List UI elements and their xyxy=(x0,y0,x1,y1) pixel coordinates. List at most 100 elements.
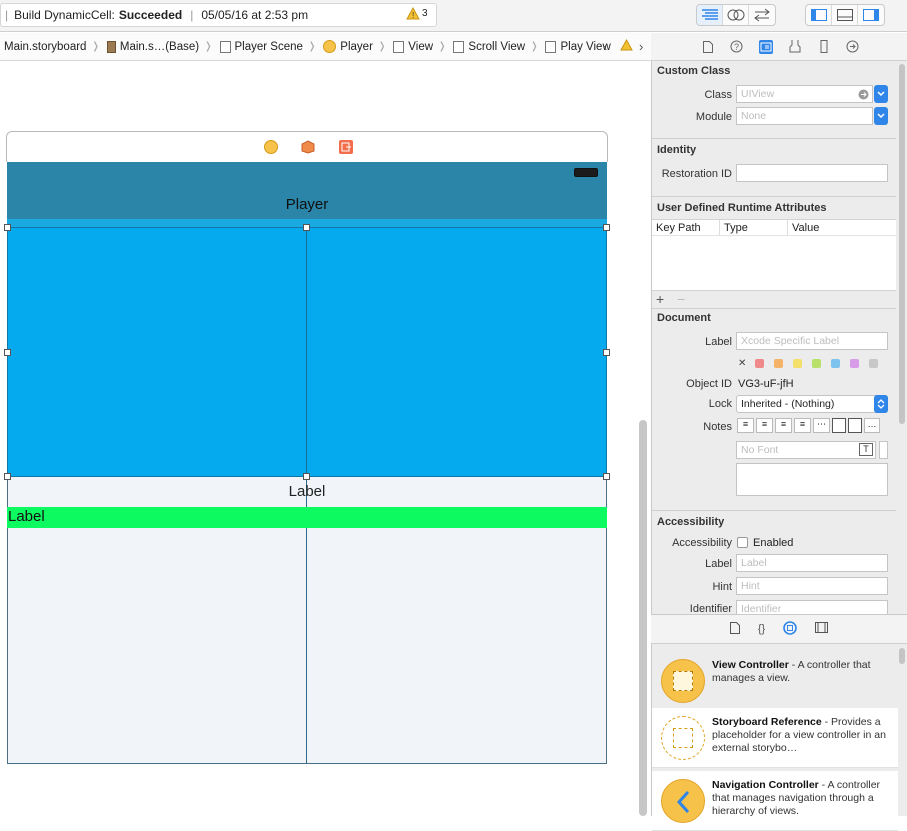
color-swatch[interactable] xyxy=(755,359,765,368)
crumb-scroll-view[interactable]: Scroll View ❭ xyxy=(453,40,541,53)
size-inspector-icon[interactable] xyxy=(817,40,831,54)
go-arrow-icon[interactable] xyxy=(858,89,869,100)
navigation-bar[interactable]: Player xyxy=(7,162,607,219)
doc-label-field[interactable]: Xcode Specific Label xyxy=(736,332,888,350)
standard-editor-button[interactable] xyxy=(697,5,723,25)
resize-handle-bottom-left[interactable] xyxy=(4,473,11,480)
file-inspector-icon[interactable] xyxy=(701,40,715,54)
code-snippet-library-icon[interactable]: {} xyxy=(758,623,765,635)
lock-popup[interactable]: Inherited - (Nothing) xyxy=(736,395,888,413)
acc-label-placeholder: Label xyxy=(741,557,767,569)
module-field[interactable]: None xyxy=(736,107,873,125)
file-template-library-icon[interactable] xyxy=(729,621,740,637)
issue-warning-icon[interactable] xyxy=(620,38,633,54)
library-item-view-controller[interactable]: View Controller - A controller that mana… xyxy=(652,651,898,711)
attributes-inspector-icon[interactable] xyxy=(788,40,802,54)
view-controller-dock-icon[interactable] xyxy=(264,140,278,154)
inspector-scrollbar[interactable] xyxy=(899,64,905,424)
color-swatch[interactable] xyxy=(869,359,879,368)
restoration-id-field[interactable] xyxy=(736,164,888,182)
object-library-icon[interactable] xyxy=(783,620,797,638)
resize-handle-bottom-right[interactable] xyxy=(603,473,610,480)
identity-inspector-icon[interactable] xyxy=(758,39,773,54)
connections-inspector-icon[interactable] xyxy=(846,40,860,54)
section-divider xyxy=(652,196,896,197)
library-scrollbar[interactable] xyxy=(899,648,905,664)
version-editor-button[interactable] xyxy=(749,5,775,25)
column-value[interactable]: Value xyxy=(792,222,819,234)
crumb-storyboard[interactable]: Main.storyboard ❭ xyxy=(4,41,103,53)
lock-value: Inherited - (Nothing) xyxy=(741,398,835,410)
lock-dropdown-button[interactable] xyxy=(874,395,888,413)
green-label-view[interactable]: Label xyxy=(7,507,607,528)
crumb-base[interactable]: Main.s…(Base) ❭ xyxy=(106,40,216,53)
color-swatch[interactable] xyxy=(774,359,784,368)
resize-handle-bottom[interactable] xyxy=(303,473,310,480)
remove-attribute-button[interactable]: − xyxy=(677,291,685,307)
identifier-field[interactable]: Identifier xyxy=(736,600,888,614)
notes-text-area[interactable] xyxy=(736,463,888,496)
runtime-attributes-table[interactable]: Key Path Type Value xyxy=(652,219,896,291)
center-label[interactable]: Label xyxy=(7,483,607,500)
module-label: Module xyxy=(695,111,732,123)
clear-color-icon[interactable]: ✕ xyxy=(738,358,746,369)
color-swatch[interactable] xyxy=(831,359,841,368)
font-size-stepper[interactable] xyxy=(879,441,888,459)
resize-handle-top[interactable] xyxy=(303,224,310,231)
jump-forward-button[interactable]: › xyxy=(639,39,643,54)
add-attribute-button[interactable]: + xyxy=(656,291,664,307)
crumb-play-view[interactable]: Play View xyxy=(545,40,611,53)
class-dropdown-button[interactable] xyxy=(874,85,888,103)
bottom-panel-icon xyxy=(836,9,853,21)
library-item-navigation-controller[interactable]: Navigation Controller - A controller tha… xyxy=(652,771,898,831)
view-controller-icon xyxy=(661,659,705,703)
resize-handle-left[interactable] xyxy=(4,349,11,356)
text-color-icon[interactable] xyxy=(832,418,846,433)
font-picker-icon[interactable]: T xyxy=(859,443,873,456)
align-center-icon[interactable]: ≡ xyxy=(756,418,773,433)
jump-back-button[interactable]: ‹ xyxy=(603,39,607,54)
jump-bar: Main.storyboard ❭ Main.s…(Base) ❭ Player S… xyxy=(0,33,651,61)
debug-toggle-button[interactable] xyxy=(832,5,858,25)
first-responder-icon[interactable] xyxy=(301,140,315,154)
crumb-view[interactable]: View ❭ xyxy=(393,40,449,53)
utilities-toggle-button[interactable] xyxy=(858,5,884,25)
notes-font-field[interactable]: No Font T xyxy=(736,441,876,459)
align-left-icon[interactable]: ≡ xyxy=(737,418,754,433)
document-title: Document xyxy=(657,312,711,324)
canvas-scrollbar[interactable] xyxy=(639,420,647,816)
navigator-toggle-button[interactable] xyxy=(806,5,832,25)
accessibility-enabled-checkbox[interactable] xyxy=(737,537,748,548)
align-justify-icon[interactable]: ≡ xyxy=(794,418,811,433)
crumb-player[interactable]: Player ❭ xyxy=(323,40,389,53)
resize-handle-top-left[interactable] xyxy=(4,224,11,231)
library-item-storyboard-reference[interactable]: Storyboard Reference - Provides a placeh… xyxy=(652,708,898,768)
media-library-icon[interactable] xyxy=(815,622,829,636)
resize-handle-top-right[interactable] xyxy=(603,224,610,231)
nav-title[interactable]: Player xyxy=(7,196,607,213)
color-swatch[interactable] xyxy=(812,359,822,368)
column-key-path[interactable]: Key Path xyxy=(656,222,701,234)
scene-dock xyxy=(6,131,608,162)
background-color-icon[interactable] xyxy=(848,418,862,433)
class-field[interactable]: UIView xyxy=(736,85,873,103)
color-swatch[interactable] xyxy=(793,359,803,368)
align-natural-icon[interactable]: ⋯ xyxy=(813,418,830,433)
resize-handle-right[interactable] xyxy=(603,349,610,356)
selected-play-view[interactable] xyxy=(7,227,607,477)
assistant-editor-button[interactable] xyxy=(723,5,749,25)
column-type[interactable]: Type xyxy=(724,222,748,234)
runtime-attributes-title: User Defined Runtime Attributes xyxy=(657,202,827,214)
crumb-scene[interactable]: Player Scene ❭ xyxy=(219,40,320,53)
quick-help-icon[interactable]: ? xyxy=(730,40,744,54)
restoration-id-label: Restoration ID xyxy=(661,168,732,180)
hint-field[interactable]: Hint xyxy=(736,577,888,595)
module-dropdown-button[interactable] xyxy=(874,107,888,125)
more-options-icon[interactable]: … xyxy=(864,418,880,433)
exit-icon[interactable] xyxy=(339,140,353,154)
acc-label-field[interactable]: Label xyxy=(736,554,888,572)
status-prefix: Build DynamicCell: xyxy=(14,8,115,22)
align-right-icon[interactable]: ≡ xyxy=(775,418,792,433)
color-swatch[interactable] xyxy=(850,359,860,368)
warning-indicator[interactable]: ! 3 xyxy=(406,7,428,20)
